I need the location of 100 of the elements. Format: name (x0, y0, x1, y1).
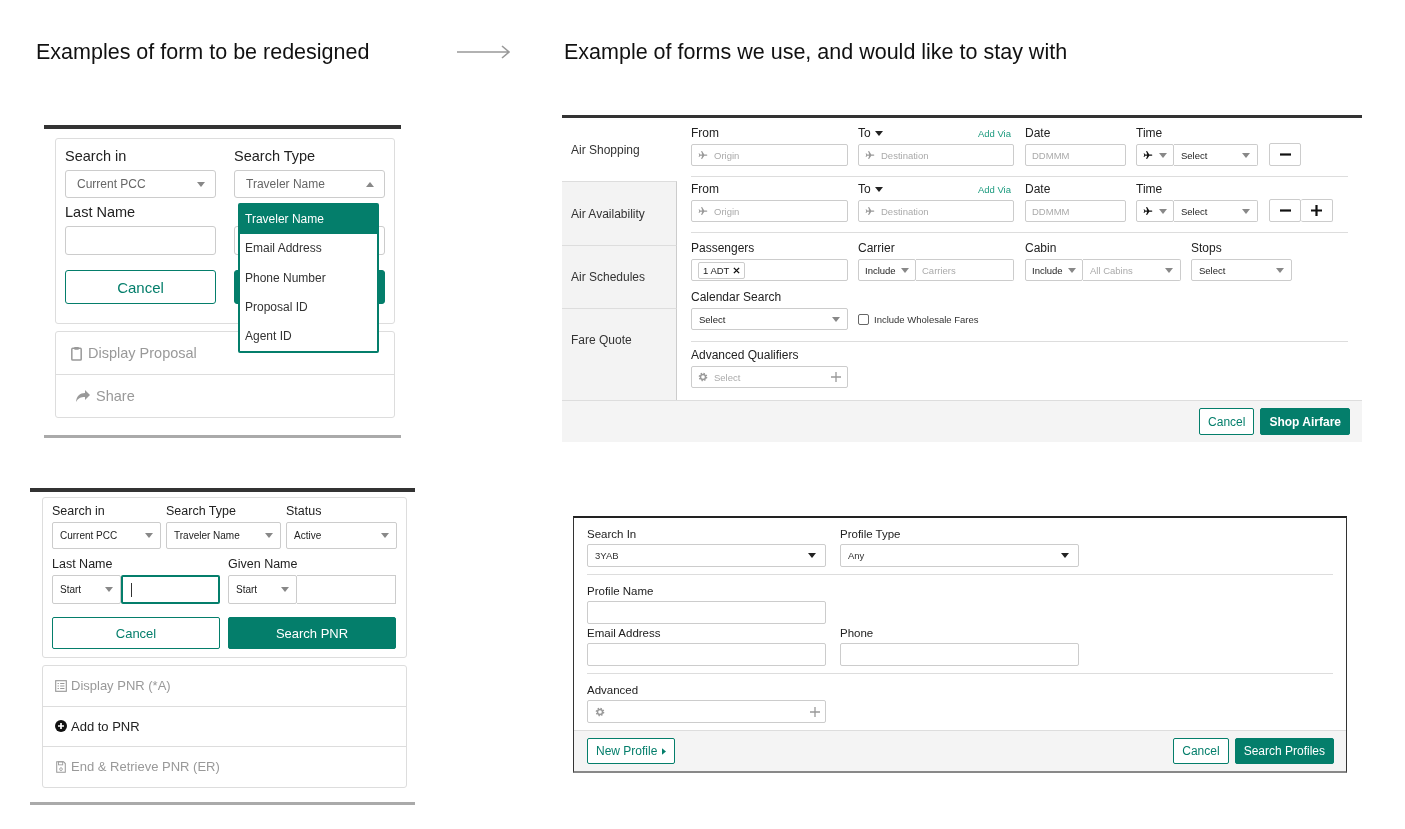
time-mode-dropdown[interactable] (1136, 200, 1174, 222)
time-mode-dropdown[interactable] (1136, 144, 1174, 166)
search-button[interactable]: Search PNR (228, 617, 396, 649)
field-label: Status (286, 504, 323, 519)
field-label: Advanced (587, 683, 640, 697)
field-label: Time (1136, 182, 1164, 196)
remove-icon (733, 266, 741, 274)
checkbox[interactable] (858, 314, 869, 325)
dropdown-option[interactable]: Phone Number (240, 263, 377, 293)
field-label: Profile Type (840, 527, 902, 541)
sidebar-tab[interactable]: Air Availability (562, 181, 677, 245)
action-item[interactable]: Add to PNR (43, 705, 406, 746)
to-dropdown[interactable]: To (858, 126, 883, 140)
time-dropdown[interactable]: Select (1174, 144, 1258, 166)
plus-circle-icon (55, 720, 67, 733)
caret-icon (832, 316, 840, 322)
cancel-button[interactable]: Cancel (65, 270, 216, 304)
caret-icon (197, 181, 205, 187)
field-label: Given Name (228, 557, 299, 572)
caret-icon (874, 186, 883, 192)
field-label: Cabin (1025, 241, 1058, 255)
caret-icon (1061, 553, 1069, 558)
plus-icon (831, 372, 841, 382)
cancel-button[interactable]: Cancel (1173, 738, 1229, 764)
field-label: Date (1025, 126, 1052, 140)
remove-button[interactable] (1269, 143, 1301, 166)
caret-icon (1242, 208, 1250, 214)
clipboard-icon (70, 345, 83, 361)
dropdown-option[interactable]: Agent ID (240, 322, 377, 352)
shop-airfare-button[interactable]: Shop Airfare (1260, 408, 1350, 435)
stops-dropdown[interactable]: Select (1191, 259, 1292, 281)
cancel-button[interactable]: Cancel (1199, 408, 1255, 435)
add-via-link[interactable]: Add Via (977, 127, 1014, 139)
caret-icon (366, 181, 374, 187)
passengers-field[interactable]: 1 ADT (691, 259, 848, 281)
dropdown[interactable]: Traveler Name (234, 170, 385, 198)
caret-icon (1159, 152, 1167, 158)
gear-icon (698, 372, 708, 382)
sidebar-tab[interactable]: Fare Quote (562, 308, 677, 400)
field-label: Phone (840, 626, 875, 640)
advanced-field[interactable] (587, 700, 826, 723)
dropdown[interactable]: Current PCC (52, 522, 161, 549)
include-dropdown[interactable]: Include (858, 259, 916, 281)
checkbox-label: Include Wholesale Fares (874, 314, 979, 325)
airplane-icon (698, 150, 708, 160)
dropdown[interactable]: Any (840, 544, 1079, 567)
dropdown-option[interactable]: Proposal ID (240, 292, 377, 323)
include-dropdown[interactable]: Include (1025, 259, 1083, 281)
field-label: Carrier (858, 241, 896, 255)
caret-icon (808, 553, 816, 558)
list-icon (55, 679, 67, 692)
field-label: From (691, 182, 720, 196)
text-cursor (131, 582, 132, 597)
field-label: Last Name (65, 203, 137, 222)
field-label: From (691, 126, 720, 140)
airplane-icon (698, 206, 708, 216)
remove-button[interactable] (1269, 199, 1301, 222)
match-dropdown[interactable]: Start (228, 575, 297, 604)
to-dropdown[interactable]: To (858, 182, 883, 196)
calendar-dropdown[interactable]: Select (691, 308, 848, 330)
caret-icon (1242, 152, 1250, 158)
heading: Examples of form to be redesigned (36, 39, 371, 65)
airplane-icon (1143, 206, 1153, 216)
add-via-link[interactable]: Add Via (977, 183, 1014, 195)
field-label: Search In (587, 527, 638, 541)
field-label: Calendar Search (691, 290, 783, 304)
dropdown[interactable]: Traveler Name (166, 522, 281, 549)
time-dropdown[interactable]: Select (1174, 200, 1258, 222)
airplane-icon (865, 150, 875, 160)
caret-icon (662, 747, 667, 755)
new-profile-button[interactable]: New Profile (587, 738, 676, 764)
dropdown[interactable]: Active (286, 522, 397, 549)
dropdown-option[interactable]: Traveler Name (240, 205, 377, 235)
add-button[interactable] (1301, 199, 1333, 222)
field-label: Profile Name (587, 584, 655, 598)
caret-icon (1068, 267, 1076, 273)
field-label: Last Name (52, 557, 114, 572)
airplane-icon (865, 206, 875, 216)
sidebar-tab[interactable]: Air Schedules (562, 245, 677, 308)
input-field[interactable] (121, 575, 220, 604)
gear-icon (595, 706, 605, 717)
match-dropdown[interactable]: Start (52, 575, 121, 604)
field-label: Search in (52, 504, 106, 519)
cancel-button[interactable]: Cancel (52, 617, 220, 649)
search-profiles-button[interactable]: Search Profiles (1234, 738, 1334, 764)
field-label: Email Address (587, 626, 662, 640)
dropdown-option[interactable]: Email Address (240, 234, 377, 264)
field-label: Date (1025, 182, 1052, 196)
arrow-icon (457, 45, 513, 59)
dropdown[interactable]: Current PCC (65, 170, 216, 198)
airplane-icon (1143, 150, 1153, 160)
dropdown[interactable]: 3YAB (587, 544, 826, 567)
field-label: Passengers (691, 241, 756, 255)
caret-icon (381, 533, 389, 538)
caret-icon (1276, 267, 1284, 273)
plus-icon (810, 706, 820, 717)
caret-icon (145, 533, 153, 538)
passenger-tag[interactable]: 1 ADT (698, 261, 746, 279)
field-label: Search Type (166, 504, 237, 519)
caret-icon (105, 587, 113, 592)
